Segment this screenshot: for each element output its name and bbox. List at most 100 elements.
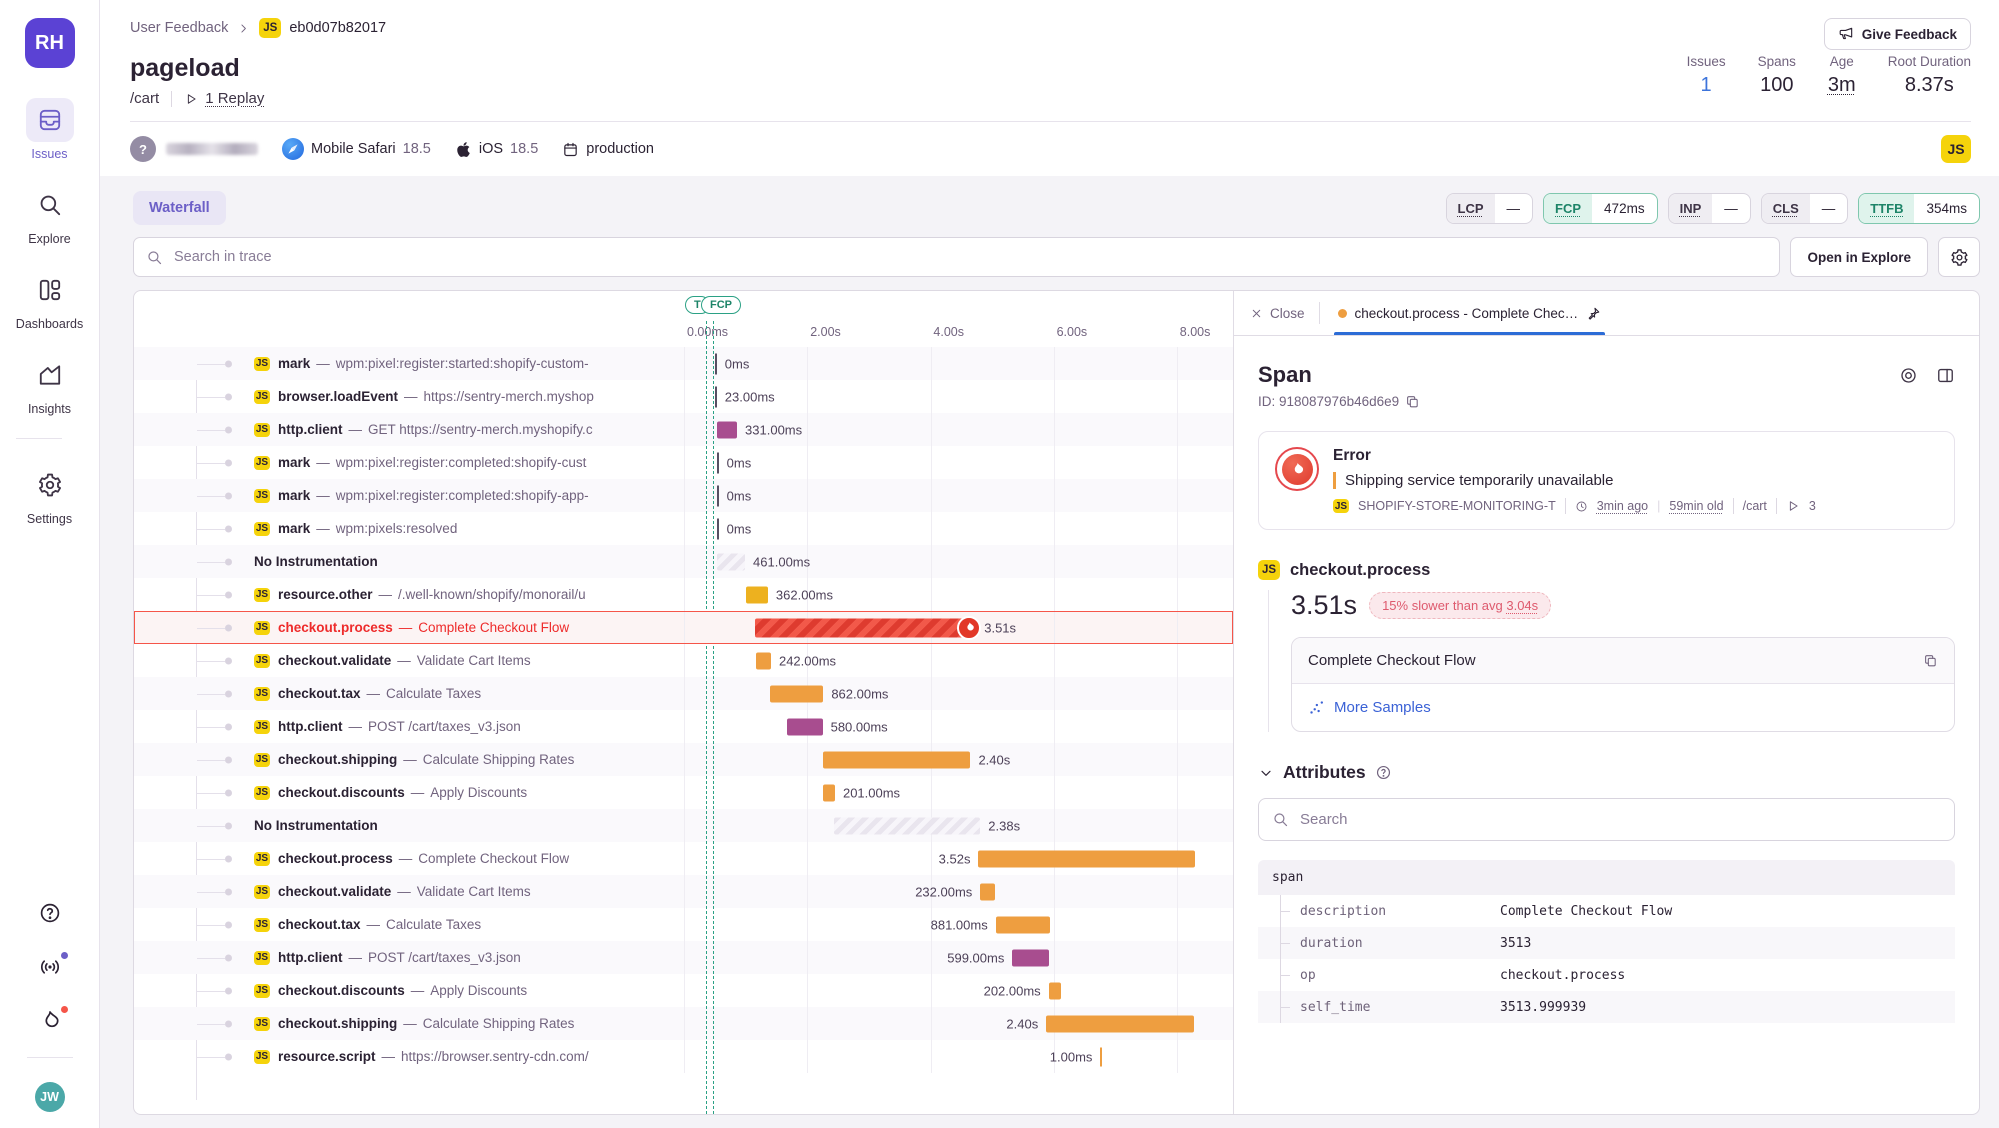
span-row-timeline: 362.00ms [683, 578, 1233, 611]
vital-ttfb[interactable]: TTFB354ms [1858, 193, 1980, 224]
span-bar-tick[interactable] [717, 485, 719, 506]
span-row[interactable]: JScheckout.validate—Validate Cart Items2… [134, 875, 1233, 908]
span-bar[interactable] [756, 652, 771, 669]
span-row[interactable]: JSmark—wpm:pixel:register:started:shopif… [134, 347, 1233, 380]
span-bar[interactable] [834, 817, 981, 834]
chevron-down-icon[interactable] [1258, 765, 1274, 781]
copy-icon[interactable] [1923, 653, 1938, 668]
close-details-button[interactable]: Close [1250, 306, 1305, 321]
vital-inp[interactable]: INP— [1668, 193, 1751, 224]
span-row[interactable]: JShttp.client—POST /cart/taxes_v3.json59… [134, 941, 1233, 974]
span-duration-label: 461.00ms [753, 554, 810, 569]
copy-icon[interactable] [1405, 394, 1420, 409]
js-platform-icon: JS [254, 423, 270, 437]
span-bar[interactable] [823, 751, 971, 768]
replay-link[interactable]: 1 Replay [184, 90, 264, 107]
span-row[interactable]: JSmark—wpm:pixel:register:completed:shop… [134, 479, 1233, 512]
details-active-tab[interactable]: checkout.process - Complete Chec… [1334, 291, 1606, 335]
vital-cls[interactable]: CLS— [1761, 193, 1849, 224]
focus-icon[interactable] [1899, 366, 1918, 385]
help-button[interactable] [38, 901, 62, 925]
span-row-name: JScheckout.process—Complete Checkout Flo… [134, 611, 683, 644]
whats-new-button[interactable] [38, 955, 62, 979]
span-bar[interactable] [746, 586, 768, 603]
sidebar-item-settings[interactable]: Settings [16, 463, 83, 526]
safari-icon [282, 138, 304, 160]
span-bar[interactable] [770, 685, 823, 702]
attribute-row[interactable]: self_time3513.999939 [1258, 991, 1955, 1023]
span-bar[interactable] [717, 421, 737, 438]
span-bar-tick[interactable] [715, 386, 717, 407]
sidebar-item-dashboards[interactable]: Dashboards [16, 268, 83, 331]
span-bar[interactable] [717, 553, 745, 570]
question-circle-icon[interactable] [1375, 764, 1392, 781]
tab-waterfall[interactable]: Waterfall [133, 191, 226, 225]
breadcrumb-parent[interactable]: User Feedback [130, 20, 228, 36]
span-bar[interactable] [978, 850, 1195, 867]
span-row[interactable]: JScheckout.validate—Validate Cart Items2… [134, 644, 1233, 677]
span-row[interactable]: JShttp.client—POST /cart/taxes_v3.json58… [134, 710, 1233, 743]
span-row[interactable]: JScheckout.shipping—Calculate Shipping R… [134, 743, 1233, 776]
span-bar[interactable] [980, 883, 994, 900]
marker-pill-fcp[interactable]: FCP [701, 296, 741, 314]
span-bar-tick[interactable] [1100, 1047, 1102, 1066]
span-row[interactable]: JScheckout.shipping—Calculate Shipping R… [134, 1007, 1233, 1040]
span-row[interactable]: JSmark—wpm:pixels:resolved0ms [134, 512, 1233, 545]
sidebar-item-explore[interactable]: Explore [16, 183, 83, 246]
span-row[interactable]: No Instrumentation2.38s [134, 809, 1233, 842]
span-row[interactable]: JScheckout.process—Complete Checkout Flo… [134, 842, 1233, 875]
span-bar[interactable] [755, 618, 971, 637]
span-op: mark [278, 356, 310, 371]
vital-lcp[interactable]: LCP— [1446, 193, 1534, 224]
layout-columns-icon[interactable] [1936, 366, 1955, 385]
attribute-row[interactable]: descriptionComplete Checkout Flow [1258, 895, 1955, 927]
org-logo[interactable]: RH [25, 18, 75, 68]
span-bar[interactable] [1046, 1015, 1194, 1032]
attribute-row[interactable]: opcheckout.process [1258, 959, 1955, 991]
span-bar[interactable] [996, 916, 1050, 933]
span-bar[interactable] [787, 718, 823, 735]
span-row[interactable]: JScheckout.process—Complete Checkout Flo… [134, 611, 1233, 644]
attribute-row[interactable]: duration3513 [1258, 927, 1955, 959]
trace-search-input[interactable] [172, 248, 1767, 266]
details-tab-bar: Close checkout.process - Complete Chec… [1234, 291, 1979, 336]
more-samples-link[interactable]: More Samples [1292, 684, 1954, 731]
error-age[interactable]: 3min ago [1597, 499, 1648, 513]
sidebar-item-insights[interactable]: Insights [16, 353, 83, 416]
trace-settings-button[interactable] [1938, 237, 1980, 277]
span-bar-tick[interactable] [717, 518, 719, 539]
span-bar[interactable] [823, 784, 835, 801]
trace-waterfall: TFCP0.00ms2.00s4.00s6.00s8.00s JSmark—wp… [134, 291, 1234, 1114]
trace-stats: Issues1Spans100Age3mRoot Duration8.37s [1687, 54, 1971, 107]
error-old[interactable]: 59min old [1669, 499, 1723, 513]
give-feedback-button[interactable]: Give Feedback [1824, 18, 1971, 50]
onboarding-button[interactable] [38, 1009, 62, 1033]
js-platform-icon: JS [254, 357, 270, 371]
stat-issues[interactable]: Issues1 [1687, 54, 1726, 107]
span-bar[interactable] [1049, 982, 1061, 999]
span-row[interactable]: JSresource.script—https://browser.sentry… [134, 1040, 1233, 1073]
sidebar-item-issues[interactable]: Issues [16, 98, 83, 161]
open-in-explore-button[interactable]: Open in Explore [1790, 237, 1928, 277]
span-row[interactable]: JScheckout.tax—Calculate Taxes862.00ms [134, 677, 1233, 710]
span-row[interactable]: JSbrowser.loadEvent—https://sentry-merch… [134, 380, 1233, 413]
span-row[interactable]: JShttp.client—GET https://sentry-merch.m… [134, 413, 1233, 446]
span-row[interactable]: JScheckout.discounts—Apply Discounts202.… [134, 974, 1233, 1007]
error-replay-count[interactable]: 3 [1809, 499, 1816, 513]
span-row[interactable]: JSresource.other—/.well-known/shopify/mo… [134, 578, 1233, 611]
span-op-section: JS checkout.process 3.51s 15% slower tha… [1258, 560, 1955, 732]
span-bar-tick[interactable] [717, 452, 719, 473]
js-platform-icon: JS [254, 456, 270, 470]
span-row[interactable]: JSmark—wpm:pixel:register:completed:shop… [134, 446, 1233, 479]
span-row[interactable]: JScheckout.discounts—Apply Discounts201.… [134, 776, 1233, 809]
span-bar-tick[interactable] [715, 353, 717, 374]
span-bar[interactable] [1012, 949, 1049, 966]
vital-fcp[interactable]: FCP472ms [1543, 193, 1658, 224]
pin-icon[interactable] [1586, 306, 1601, 321]
user-avatar[interactable]: JW [35, 1082, 65, 1112]
stat-age[interactable]: Age3m [1828, 54, 1856, 107]
span-row[interactable]: No Instrumentation461.00ms [134, 545, 1233, 578]
error-card[interactable]: Error Shipping service temporarily unava… [1258, 431, 1955, 530]
attributes-search-input[interactable] [1298, 810, 1941, 829]
span-row[interactable]: JScheckout.tax—Calculate Taxes881.00ms [134, 908, 1233, 941]
